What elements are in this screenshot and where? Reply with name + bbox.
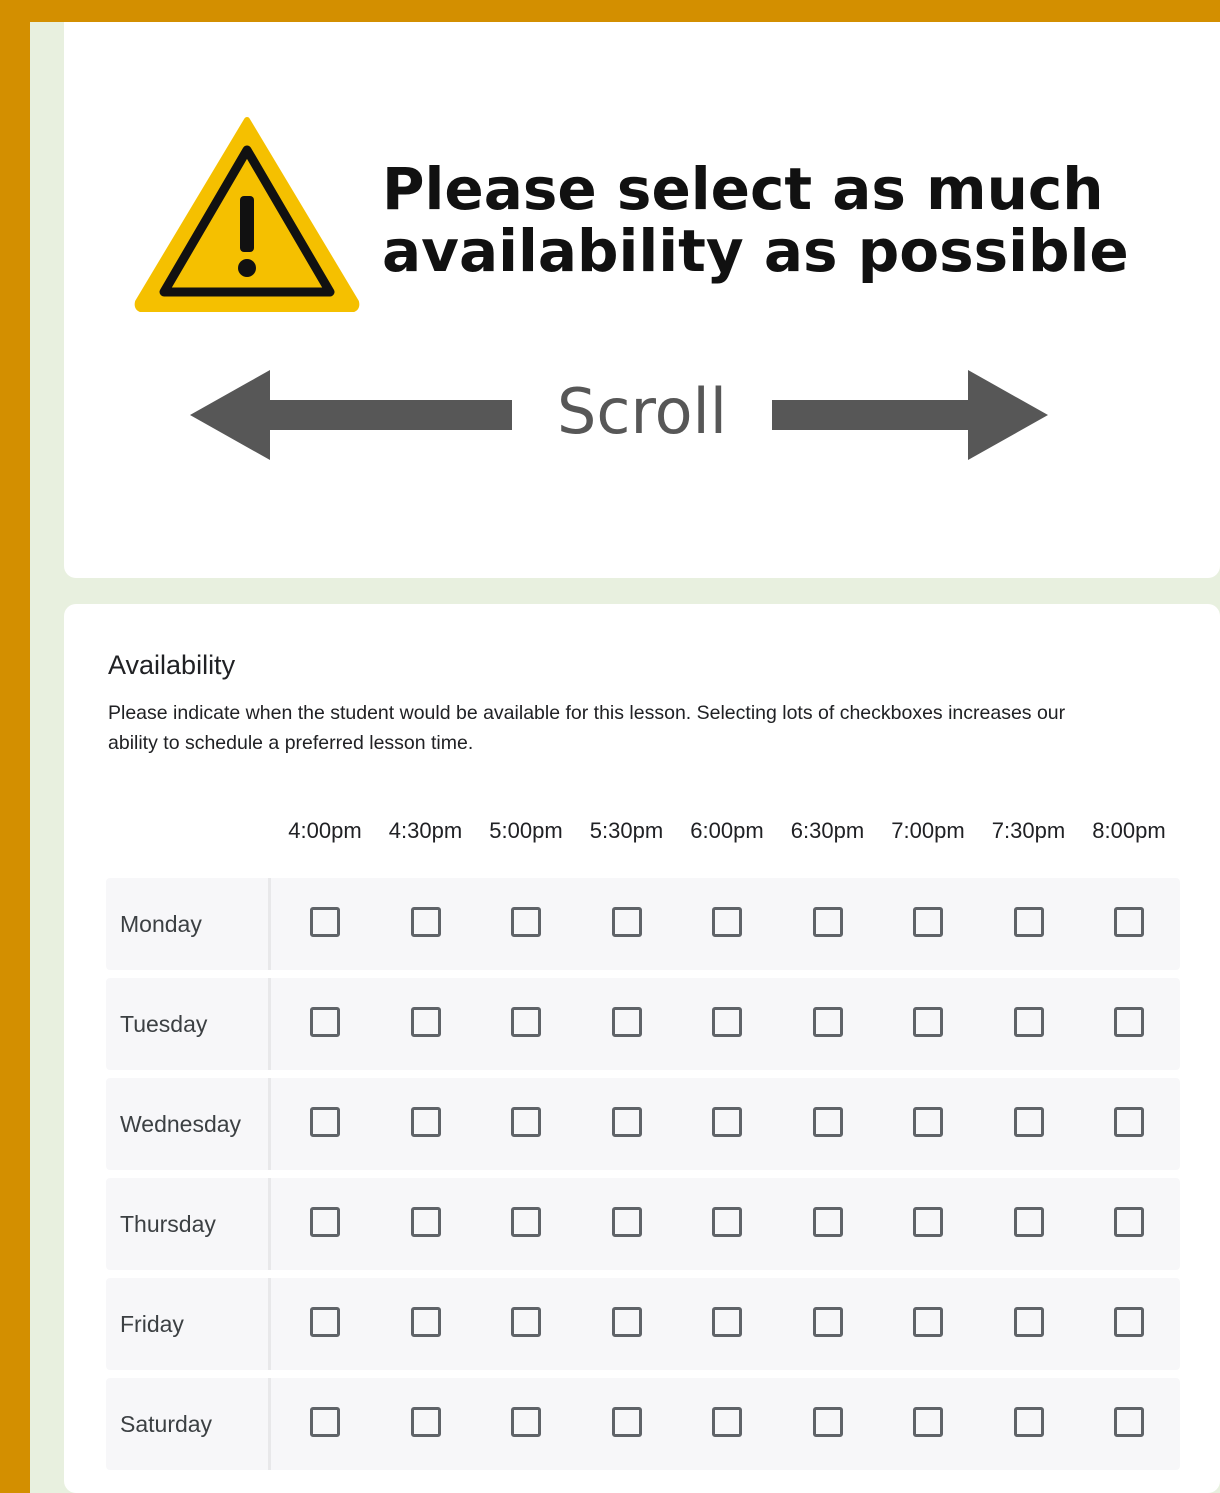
grid-row-tuesday: Tuesday bbox=[106, 978, 1180, 1070]
checkbox-tuesday-730pm[interactable] bbox=[1013, 1007, 1044, 1037]
row-label-cell: Tuesday bbox=[106, 978, 271, 1070]
checkbox-monday-400pm[interactable] bbox=[310, 907, 340, 937]
warning-line-1: Please select as much bbox=[382, 155, 1104, 223]
checkbox-tuesday-500pm[interactable] bbox=[511, 1007, 541, 1037]
checkbox-tuesday-530pm[interactable] bbox=[611, 1007, 642, 1037]
checkbox-saturday-600pm[interactable] bbox=[712, 1407, 742, 1437]
grid-row-saturday: Saturday bbox=[106, 1378, 1180, 1470]
column-header: 5:30pm bbox=[589, 818, 664, 843]
row-label-cell: Wednesday bbox=[106, 1078, 271, 1170]
row-label-cell: Monday bbox=[106, 878, 271, 970]
checkbox-tuesday-600pm[interactable] bbox=[712, 1007, 742, 1037]
checkbox-monday-430pm[interactable] bbox=[410, 907, 441, 937]
column-header: 7:30pm bbox=[991, 818, 1066, 843]
arrow-right-icon bbox=[772, 370, 1048, 460]
row-label: Tuesday bbox=[120, 1011, 208, 1037]
checkbox-thursday-800pm[interactable] bbox=[1114, 1207, 1144, 1237]
checkbox-friday-530pm[interactable] bbox=[611, 1307, 642, 1337]
checkbox-monday-630pm[interactable] bbox=[812, 907, 843, 937]
checkbox-friday-630pm[interactable] bbox=[812, 1307, 843, 1337]
checkbox-monday-800pm[interactable] bbox=[1114, 907, 1144, 937]
question-description: Please indicate when the student would b… bbox=[108, 702, 1066, 754]
column-header: 6:30pm bbox=[790, 818, 865, 843]
checkbox-tuesday-430pm[interactable] bbox=[410, 1007, 441, 1037]
checkbox-thursday-500pm[interactable] bbox=[511, 1207, 541, 1237]
checkbox-saturday-430pm[interactable] bbox=[410, 1407, 441, 1437]
column-header: 6:00pm bbox=[690, 818, 764, 843]
checkbox-friday-730pm[interactable] bbox=[1013, 1307, 1044, 1337]
checkbox-tuesday-400pm[interactable] bbox=[310, 1007, 340, 1037]
checkbox-saturday-630pm[interactable] bbox=[812, 1407, 843, 1437]
checkbox-saturday-800pm[interactable] bbox=[1114, 1407, 1144, 1437]
checkbox-wednesday-700pm[interactable] bbox=[913, 1107, 943, 1137]
checkbox-thursday-600pm[interactable] bbox=[712, 1207, 742, 1237]
column-header: 4:30pm bbox=[388, 818, 463, 843]
checkbox-tuesday-800pm[interactable] bbox=[1114, 1007, 1144, 1037]
row-label-cell: Friday bbox=[106, 1278, 271, 1370]
checkbox-tuesday-700pm[interactable] bbox=[913, 1007, 943, 1037]
checkbox-wednesday-530pm[interactable] bbox=[611, 1107, 642, 1137]
checkbox-thursday-400pm[interactable] bbox=[310, 1207, 340, 1237]
checkbox-monday-700pm[interactable] bbox=[913, 907, 943, 937]
checkbox-friday-500pm[interactable] bbox=[511, 1307, 541, 1337]
column-header: 8:00pm bbox=[1092, 818, 1166, 843]
checkbox-friday-600pm[interactable] bbox=[712, 1307, 742, 1337]
checkbox-thursday-700pm[interactable] bbox=[913, 1207, 943, 1237]
checkbox-saturday-730pm[interactable] bbox=[1013, 1407, 1044, 1437]
checkbox-wednesday-500pm[interactable] bbox=[511, 1107, 541, 1137]
column-header: 4:00pm bbox=[288, 818, 362, 843]
checkbox-friday-430pm[interactable] bbox=[410, 1307, 441, 1337]
column-header: 7:00pm bbox=[891, 818, 965, 843]
arrow-left-icon bbox=[190, 370, 512, 460]
scroll-label: Scroll bbox=[557, 375, 727, 448]
grid-row-thursday: Thursday bbox=[106, 1178, 1180, 1270]
checkbox-friday-800pm[interactable] bbox=[1114, 1307, 1144, 1337]
checkbox-wednesday-430pm[interactable] bbox=[410, 1107, 441, 1137]
checkbox-wednesday-800pm[interactable] bbox=[1114, 1107, 1144, 1137]
checkbox-wednesday-600pm[interactable] bbox=[712, 1107, 742, 1137]
checkbox-friday-700pm[interactable] bbox=[913, 1307, 943, 1337]
checkbox-wednesday-730pm[interactable] bbox=[1013, 1107, 1044, 1137]
availability-warning: Please select as much availability as po… bbox=[382, 158, 1182, 282]
row-label-cell: Saturday bbox=[106, 1378, 271, 1470]
checkbox-saturday-530pm[interactable] bbox=[611, 1407, 642, 1437]
grid-row-friday: Friday bbox=[106, 1278, 1180, 1370]
checkbox-saturday-500pm[interactable] bbox=[511, 1407, 541, 1437]
row-label: Friday bbox=[120, 1311, 184, 1337]
checkbox-thursday-430pm[interactable] bbox=[410, 1207, 441, 1237]
checkbox-monday-530pm[interactable] bbox=[611, 907, 642, 937]
column-header: 5:00pm bbox=[489, 818, 563, 843]
checkbox-saturday-700pm[interactable] bbox=[913, 1407, 943, 1437]
grid-row-wednesday: Wednesday bbox=[106, 1078, 1180, 1170]
question-title: Availability bbox=[108, 650, 236, 680]
checkbox-thursday-630pm[interactable] bbox=[812, 1207, 843, 1237]
checkbox-wednesday-400pm[interactable] bbox=[310, 1107, 340, 1137]
row-label: Thursday bbox=[120, 1211, 216, 1237]
checkbox-thursday-530pm[interactable] bbox=[611, 1207, 642, 1237]
checkbox-monday-730pm[interactable] bbox=[1013, 907, 1044, 937]
warning-triangle-icon bbox=[134, 117, 360, 312]
row-label: Wednesday bbox=[120, 1111, 242, 1137]
checkbox-saturday-400pm[interactable] bbox=[310, 1407, 340, 1437]
grid-row-monday: Monday bbox=[106, 878, 1180, 970]
row-label-cell: Thursday bbox=[106, 1178, 271, 1270]
row-label: Saturday bbox=[120, 1411, 213, 1437]
checkbox-friday-400pm[interactable] bbox=[310, 1307, 340, 1337]
checkbox-tuesday-630pm[interactable] bbox=[812, 1007, 843, 1037]
checkbox-monday-500pm[interactable] bbox=[511, 907, 541, 937]
checkbox-monday-600pm[interactable] bbox=[712, 907, 742, 937]
warning-line-2: availability as possible bbox=[382, 217, 1129, 285]
checkbox-thursday-730pm[interactable] bbox=[1013, 1207, 1044, 1237]
checkbox-wednesday-630pm[interactable] bbox=[812, 1107, 843, 1137]
row-label: Monday bbox=[120, 911, 202, 937]
